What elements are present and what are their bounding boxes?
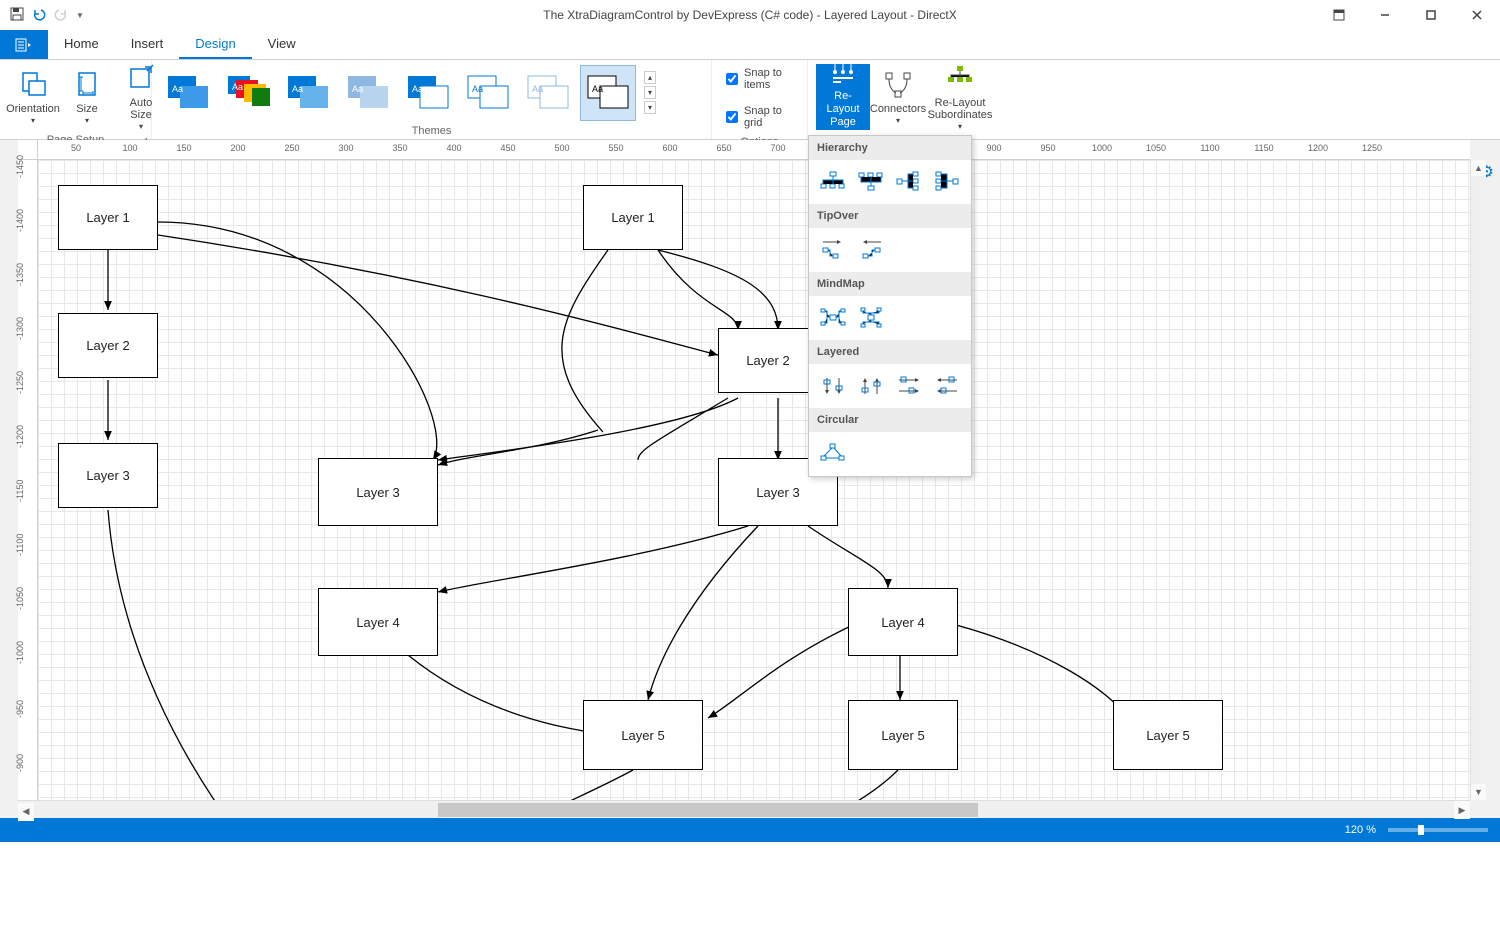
vertical-ruler: -1450-1400-1350-1300-1250-1200-1150-1100… (18, 160, 38, 800)
qat-dropdown-icon[interactable]: ▼ (76, 11, 84, 20)
svg-text:Aa: Aa (352, 84, 363, 94)
node-layer4-b[interactable]: Layer 4 (318, 588, 438, 656)
circular-layout[interactable] (817, 440, 849, 468)
hierarchy-bottomup[interactable] (855, 168, 887, 196)
svg-text:Aa: Aa (532, 84, 543, 94)
theme-blue[interactable]: Aa (160, 65, 216, 121)
hierarchy-rightleft[interactable] (931, 168, 963, 196)
theme-blue-border[interactable]: Aa (400, 65, 456, 121)
zoom-slider[interactable] (1388, 828, 1488, 832)
dropdown-section-tipover: TipOver (809, 204, 971, 228)
minimize-button[interactable] (1362, 0, 1408, 30)
tab-view[interactable]: View (252, 30, 312, 59)
node-layer1-a[interactable]: Layer 1 (58, 185, 158, 250)
horizontal-ruler: 5010015020025030035040045050055060065070… (38, 140, 1470, 160)
ribbon-toggle-icon[interactable] (1316, 0, 1362, 30)
diagram-workspace: 5010015020025030035040045050055060065070… (0, 140, 1500, 818)
orientation-button[interactable]: Orientation▾ (8, 64, 58, 130)
vertical-scrollbar[interactable]: ▲ ▼ (1470, 160, 1486, 800)
node-layer4-c[interactable]: Layer 4 (848, 588, 958, 656)
theme-multi[interactable]: Aa (220, 65, 276, 121)
mindmap-horizontal[interactable] (817, 304, 849, 332)
mindmap-vertical[interactable] (855, 304, 887, 332)
themes-group-label: Themes (412, 125, 452, 137)
relayout-dropdown: Hierarchy TipOver MindMap Layered Circul… (808, 135, 972, 477)
svg-text:Aa: Aa (292, 84, 303, 94)
node-layer3-a[interactable]: Layer 3 (58, 443, 158, 508)
dropdown-section-circular: Circular (809, 408, 971, 432)
size-button[interactable]: Size▾ (62, 64, 112, 130)
diagram-canvas[interactable]: Layer 1 Layer 2 Layer 3 Layer 1 Layer 2 … (38, 160, 1470, 800)
layered-left[interactable] (931, 372, 963, 400)
svg-text:Aa: Aa (412, 84, 423, 94)
theme-outline-black[interactable]: Aa (580, 65, 636, 121)
hierarchy-topdown[interactable] (817, 168, 849, 196)
tab-home[interactable]: Home (48, 30, 115, 59)
svg-text:Aa: Aa (472, 84, 483, 94)
node-layer1-b[interactable]: Layer 1 (583, 185, 683, 250)
themes-gallery-scroll[interactable]: ▴ ▾ ▾ (640, 67, 660, 118)
status-bar: 120 % (0, 818, 1500, 842)
ribbon: Orientation▾ Size▾ Auto Size▾ Page Setup… (0, 60, 1500, 140)
maximize-button[interactable] (1408, 0, 1454, 30)
node-layer5-b[interactable]: Layer 5 (848, 700, 958, 770)
zoom-label[interactable]: 120 % (1345, 824, 1376, 836)
hierarchy-leftright[interactable] (893, 168, 925, 196)
app-button[interactable] (0, 30, 48, 59)
tab-design[interactable]: Design (179, 30, 251, 59)
layered-down[interactable] (817, 372, 849, 400)
tipover-ltr[interactable] (817, 236, 849, 264)
dropdown-section-layered: Layered (809, 340, 971, 364)
node-layer5-a[interactable]: Layer 5 (583, 700, 703, 770)
layered-right[interactable] (893, 372, 925, 400)
close-button[interactable] (1454, 0, 1500, 30)
window-title: The XtraDiagramControl by DevExpress (C#… (0, 8, 1500, 22)
svg-text:Aa: Aa (172, 84, 183, 94)
connectors-button[interactable]: Connectors▾ (870, 64, 926, 130)
relayout-subordinates-button[interactable]: Re-Layout Subordinates ▾ (926, 64, 994, 130)
node-layer2-a[interactable]: Layer 2 (58, 313, 158, 378)
dropdown-section-mindmap: MindMap (809, 272, 971, 296)
save-icon[interactable] (10, 7, 24, 24)
theme-outline-light[interactable]: Aa (520, 65, 576, 121)
horizontal-scrollbar[interactable]: ◀ ▶ (18, 800, 1470, 818)
svg-text:Aa: Aa (232, 82, 243, 92)
title-bar: ▼ The XtraDiagramControl by DevExpress (… (0, 0, 1500, 30)
tab-insert[interactable]: Insert (115, 30, 180, 59)
redo-icon[interactable] (54, 7, 68, 24)
dropdown-section-hierarchy: Hierarchy (809, 136, 971, 160)
undo-icon[interactable] (32, 7, 46, 24)
node-layer3-b[interactable]: Layer 3 (318, 458, 438, 526)
node-layer5-c[interactable]: Layer 5 (1113, 700, 1223, 770)
snap-to-items-checkbox[interactable]: Snap to items (720, 64, 799, 94)
theme-soft-blue[interactable]: Aa (340, 65, 396, 121)
relayout-page-button[interactable]: Re-Layout Page ▾ (816, 64, 870, 130)
theme-blue-accent[interactable]: Aa (280, 65, 336, 121)
svg-text:Aa: Aa (592, 84, 603, 94)
tipover-rtl[interactable] (855, 236, 887, 264)
layered-up[interactable] (855, 372, 887, 400)
snap-to-grid-checkbox[interactable]: Snap to grid (720, 102, 799, 132)
ribbon-tabs: Home Insert Design View (0, 30, 1500, 60)
node-layer2-b[interactable]: Layer 2 (718, 328, 818, 393)
theme-outline-blue[interactable]: Aa (460, 65, 516, 121)
